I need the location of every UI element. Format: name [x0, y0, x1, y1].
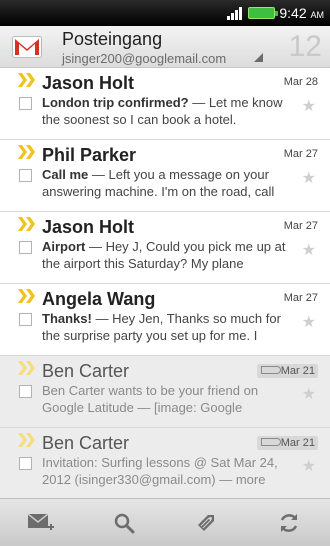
clock-time: 9:42 — [279, 5, 307, 21]
folder-title: Posteingang — [62, 29, 163, 49]
mail-date: Mar 27 — [283, 292, 318, 304]
select-checkbox[interactable] — [19, 97, 32, 110]
mail-item[interactable]: Phil Parker Mar 27 Call me — Left you a … — [0, 140, 330, 212]
select-checkbox[interactable] — [19, 241, 32, 254]
unread-count: 12 — [288, 30, 322, 63]
mail-sender: Angela Wang — [42, 289, 156, 309]
star-icon[interactable]: ★ — [302, 240, 316, 260]
importance-marker-icon — [18, 73, 35, 87]
compose-button[interactable] — [17, 503, 65, 543]
mail-date: Mar 28 — [283, 76, 318, 88]
mail-snippet: Call me — Left you a message on your ans… — [42, 166, 292, 200]
mail-sender: Jason Holt — [42, 217, 135, 237]
mail-item[interactable]: Jason Holt Mar 27 Airport — Hey J, Could… — [0, 212, 330, 284]
star-icon[interactable]: ★ — [302, 456, 316, 476]
mail-list[interactable]: Jason Holt Mar 28 London trip confirmed?… — [0, 68, 330, 498]
mail-date: Mar 27 — [283, 148, 318, 160]
signal-icon — [227, 6, 243, 20]
importance-marker-icon — [18, 361, 35, 375]
mail-item[interactable]: Angela Wang Mar 27 Thanks! — Hey Jen, Th… — [0, 284, 330, 356]
clock-ampm: AM — [310, 10, 325, 20]
star-icon[interactable]: ★ — [302, 384, 316, 404]
star-icon[interactable]: ★ — [302, 96, 316, 116]
refresh-icon — [280, 513, 297, 532]
compose-icon — [27, 512, 55, 530]
star-icon[interactable]: ★ — [302, 168, 316, 188]
select-checkbox[interactable] — [19, 457, 32, 470]
mail-sender: Jason Holt — [42, 73, 135, 93]
mail-item[interactable]: Jason Holt Mar 28 London trip confirmed?… — [0, 68, 330, 140]
mail-snippet: Ben Carter wants to be your friend on Go… — [42, 382, 292, 416]
mail-snippet: London trip confirmed? — Let me know the… — [42, 94, 292, 128]
mail-snippet: Airport — Hey J, Could you pick me up at… — [42, 238, 292, 272]
mail-subject: Thanks! — [42, 311, 92, 326]
search-button[interactable] — [100, 503, 148, 543]
label-tag-icon — [261, 366, 281, 374]
label-tag-icon — [261, 438, 281, 446]
mail-date: Mar 27 — [283, 220, 318, 232]
clock: 9:42 AM — [279, 5, 324, 21]
label-icon — [198, 514, 215, 531]
mail-body: Ben Carter wants to be your friend on Go… — [42, 383, 259, 415]
star-icon[interactable]: ★ — [302, 312, 316, 332]
importance-marker-icon — [18, 217, 35, 231]
select-checkbox[interactable] — [19, 313, 32, 326]
mail-item[interactable]: Ben Carter Mar 21 Ben Carter wants to be… — [0, 356, 330, 428]
mail-body: Invitation: Surfing lessons @ Sat Mar 24… — [42, 455, 278, 487]
select-checkbox[interactable] — [19, 385, 32, 398]
account-email: jsinger200@googlemail.com — [62, 51, 227, 66]
importance-marker-icon — [18, 145, 35, 159]
bottom-toolbar — [0, 498, 330, 546]
mail-snippet: Invitation: Surfing lessons @ Sat Mar 24… — [42, 454, 292, 488]
importance-marker-icon — [18, 433, 35, 447]
mail-sender: Phil Parker — [42, 145, 137, 165]
mail-sender: Ben Carter — [42, 433, 130, 453]
refresh-button[interactable] — [265, 503, 313, 543]
importance-marker-icon — [18, 289, 35, 303]
search-icon — [114, 513, 135, 533]
account-dropdown-icon[interactable] — [254, 53, 263, 62]
mail-subject: Airport — [42, 239, 86, 254]
status-bar: 9:42 AM — [0, 0, 330, 26]
battery-icon — [248, 7, 279, 19]
mail-item[interactable]: Ben Carter Mar 21 Invitation: Surfing le… — [0, 428, 330, 498]
gmail-icon — [12, 36, 42, 58]
mail-subject: Call me — [42, 167, 89, 182]
mail-subject: London trip confirmed? — [42, 95, 189, 110]
mail-sender: Ben Carter — [42, 361, 130, 381]
labels-button[interactable] — [182, 503, 230, 543]
mail-snippet: Thanks! — Hey Jen, Thanks so much for th… — [42, 310, 292, 344]
inbox-header[interactable]: Posteingang jsinger200@googlemail.com 12 — [0, 26, 330, 68]
select-checkbox[interactable] — [19, 169, 32, 182]
